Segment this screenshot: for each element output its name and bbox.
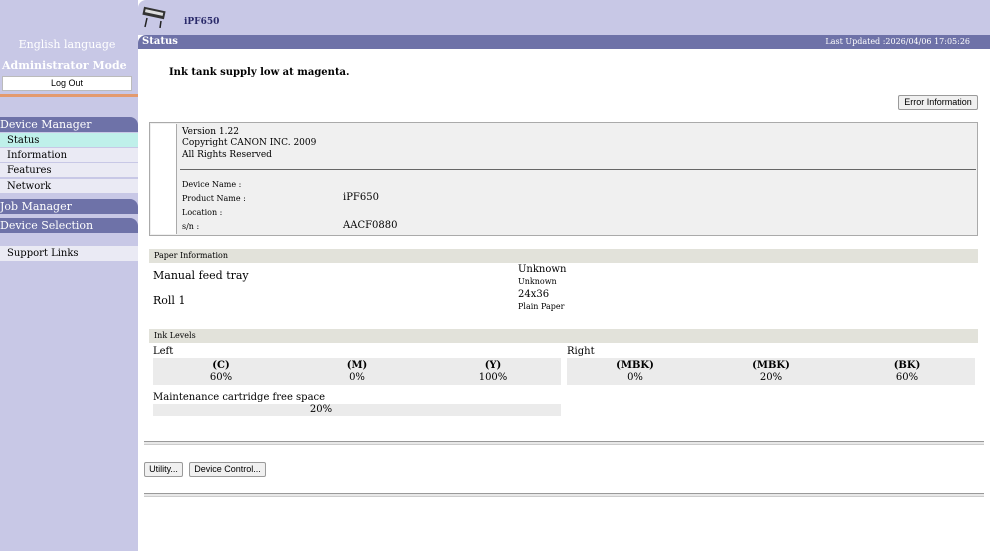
- paper-source-manual: Manual feed tray: [153, 269, 249, 282]
- ink-level: 60%: [209, 372, 233, 383]
- product-name-label: Product Name :: [182, 194, 246, 203]
- sidebar-item-network[interactable]: Network: [0, 179, 138, 194]
- device-manager-heading[interactable]: Device Manager: [0, 117, 138, 132]
- ink-right-panel: (MBK) 0% (MBK) 20% (BK) 60%: [567, 358, 975, 385]
- divider-bottom: [144, 493, 984, 497]
- logout-button[interactable]: Log Out: [2, 76, 132, 91]
- maintenance-value: 20%: [309, 404, 333, 415]
- sidebar-item-features[interactable]: Features: [0, 163, 138, 178]
- ink-name: (MBK): [616, 360, 654, 371]
- sidebar-top: English language Administrator Mode Log …: [0, 0, 138, 97]
- sidebar-item-information[interactable]: Information: [0, 148, 138, 163]
- ink-cyan: (C) 60%: [153, 360, 289, 384]
- right-margin: [990, 0, 1000, 551]
- ink-name: (BK): [893, 360, 921, 371]
- ink-name: (MBK): [752, 360, 790, 371]
- admin-mode-label: Administrator Mode: [2, 59, 127, 72]
- paper-source-roll: Roll 1: [153, 294, 186, 307]
- ink-mbk-2: (MBK) 20%: [703, 360, 839, 384]
- ink-left-label: Left: [153, 346, 174, 357]
- paper-size-roll: 24x36: [518, 289, 550, 300]
- last-updated: Last Updated :2026/04/06 17:05:26: [825, 37, 970, 46]
- support-links[interactable]: Support Links: [0, 246, 138, 262]
- ink-mbk-1: (MBK) 0%: [567, 360, 703, 384]
- top-header: iPF650: [138, 0, 990, 35]
- rights-text: All Rights Reserved: [182, 150, 272, 160]
- error-information-button[interactable]: Error Information: [898, 95, 978, 110]
- printer-model: iPF650: [184, 17, 220, 27]
- paper-type-roll: Plain Paper: [518, 302, 565, 311]
- ink-name: (Y): [484, 360, 502, 371]
- status-alert: Ink tank supply low at magenta.: [169, 67, 350, 78]
- ink-level: 60%: [895, 372, 919, 383]
- ink-left-panel: (C) 60% (M) 0% (Y) 100%: [153, 358, 561, 385]
- printer-icon: [142, 6, 166, 28]
- maintenance-value-cell: 20%: [253, 404, 389, 416]
- job-manager-heading[interactable]: Job Manager: [0, 199, 138, 214]
- device-info-panel: Version 1.22 Copyright CANON INC. 2009 A…: [149, 122, 978, 236]
- ink-level: 0%: [627, 372, 643, 383]
- ink-name: (C): [212, 360, 230, 371]
- serial-value: AACF0880: [343, 220, 398, 231]
- ink-level: 20%: [759, 372, 783, 383]
- utility-button[interactable]: Utility...: [144, 462, 183, 477]
- version-text: Version 1.22: [182, 127, 239, 137]
- language-link[interactable]: English language: [0, 38, 134, 51]
- info-panel-margin: [151, 124, 177, 234]
- product-name-value: iPF650: [343, 192, 379, 203]
- maintenance-label: Maintenance cartridge free space: [153, 392, 326, 403]
- ink-yellow: (Y) 100%: [425, 360, 561, 384]
- ink-level: 100%: [478, 372, 508, 383]
- ink-right-label: Right: [567, 346, 595, 357]
- device-name-label: Device Name :: [182, 180, 242, 189]
- maintenance-panel: 20%: [153, 404, 561, 416]
- ink-name: (M): [346, 360, 368, 371]
- device-selection-heading[interactable]: Device Selection: [0, 218, 138, 233]
- sidebar-item-status[interactable]: Status: [0, 133, 138, 148]
- divider-top: [144, 441, 984, 445]
- location-label: Location :: [182, 208, 223, 217]
- ink-magenta: (M) 0%: [289, 360, 425, 384]
- info-divider: [180, 169, 976, 170]
- serial-label: s/n :: [182, 222, 200, 231]
- status-title-bar: Status Last Updated :2026/04/06 17:05:26: [138, 35, 990, 49]
- paper-type-manual: Unknown: [518, 277, 557, 286]
- copyright-text: Copyright CANON INC. 2009: [182, 138, 317, 148]
- device-control-button[interactable]: Device Control...: [189, 462, 266, 477]
- ink-bk: (BK) 60%: [839, 360, 975, 384]
- paper-info-header: Paper Information: [149, 249, 978, 263]
- paper-size-manual: Unknown: [518, 264, 567, 275]
- page-title: Status: [142, 36, 178, 47]
- ink-levels-header: Ink Levels: [149, 329, 978, 343]
- ink-level: 0%: [349, 372, 365, 383]
- sidebar: English language Administrator Mode Log …: [0, 0, 138, 551]
